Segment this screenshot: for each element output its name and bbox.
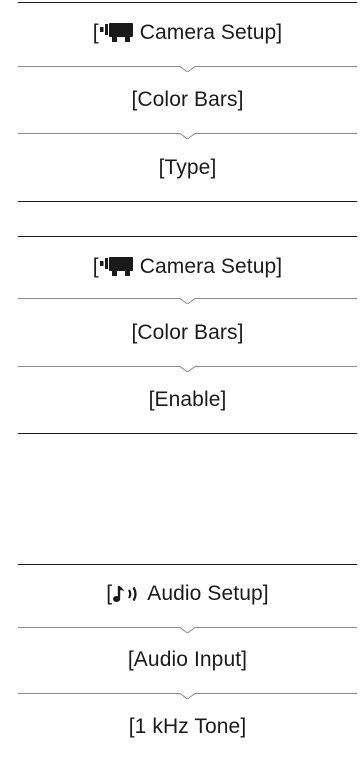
camera-icon bbox=[99, 23, 134, 43]
step-prefix: [ bbox=[92, 21, 99, 44]
step-label: [1 kHz Tone] bbox=[128, 715, 247, 738]
step-separator bbox=[18, 362, 357, 372]
bottom-rule bbox=[18, 201, 357, 202]
step-enable: [Enable] bbox=[18, 380, 357, 420]
step-label: Audio Setup] bbox=[147, 582, 269, 605]
step-label: Camera Setup] bbox=[139, 21, 283, 44]
step-separator bbox=[18, 294, 357, 304]
step-label: Camera Setup] bbox=[139, 255, 283, 278]
step-label: [Enable] bbox=[148, 388, 227, 411]
step-separator bbox=[18, 62, 357, 72]
step-label: [Color Bars] bbox=[131, 88, 244, 111]
step-color-bars: [Color Bars] bbox=[18, 313, 357, 353]
step-separator bbox=[18, 689, 357, 699]
step-label: [Audio Input] bbox=[127, 648, 248, 671]
step-camera-setup: [ Camera Setup] bbox=[18, 13, 357, 53]
top-rule bbox=[18, 564, 357, 565]
step-label: [Type] bbox=[158, 156, 217, 179]
step-color-bars: [Color Bars] bbox=[18, 80, 357, 120]
step-separator bbox=[18, 623, 357, 633]
step-separator bbox=[18, 129, 357, 139]
top-rule bbox=[18, 2, 357, 3]
step-label: [Color Bars] bbox=[131, 321, 244, 344]
camera-icon bbox=[99, 257, 134, 277]
step-1khz-tone: [1 kHz Tone] bbox=[18, 707, 357, 747]
step-prefix: [ bbox=[92, 255, 99, 278]
step-audio-input: [Audio Input] bbox=[18, 640, 357, 680]
step-type: [Type] bbox=[18, 148, 357, 188]
step-audio-setup: [ Audio Setup] bbox=[18, 574, 357, 614]
top-rule bbox=[18, 236, 357, 237]
audio-icon bbox=[113, 583, 141, 605]
bottom-rule bbox=[18, 433, 357, 434]
step-prefix: [ bbox=[106, 582, 113, 605]
step-camera-setup: [ Camera Setup] bbox=[18, 247, 357, 287]
